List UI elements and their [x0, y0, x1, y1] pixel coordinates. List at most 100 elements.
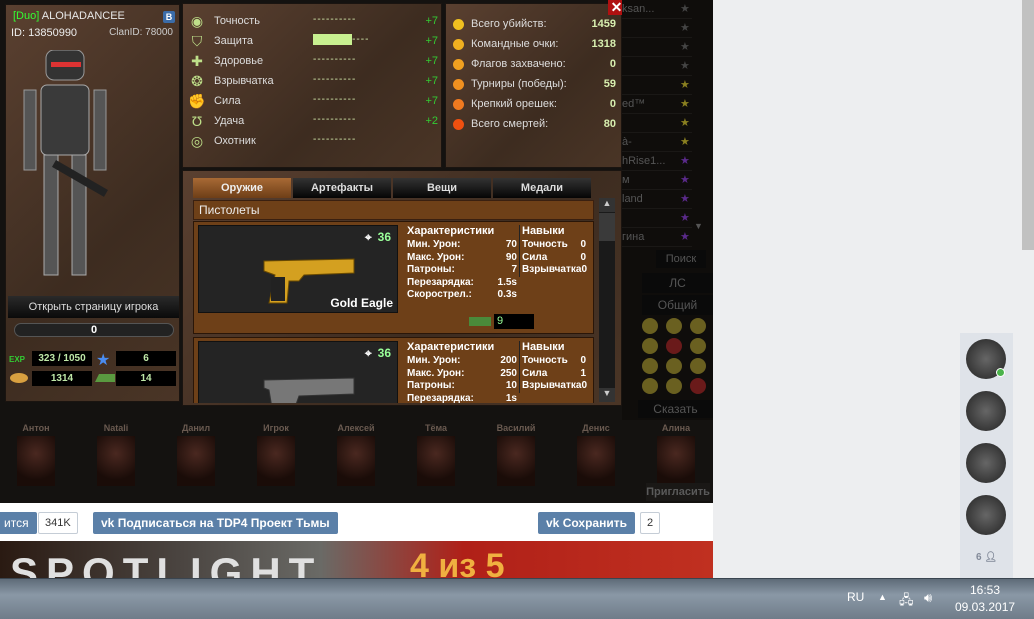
smiley-icon[interactable] [666, 358, 682, 374]
friend-slot[interactable]: Игрок [251, 423, 301, 486]
network-icon[interactable]: 🖧︎ [899, 591, 914, 613]
smiley-icon[interactable] [690, 338, 706, 354]
smiley-icon[interactable] [642, 358, 658, 374]
friend-avatar [17, 436, 55, 486]
smiley-icon[interactable] [666, 338, 682, 354]
friend-avatar[interactable] [966, 443, 1006, 483]
ad-banner[interactable]: SPOTLIGHT 4 из 5 [0, 541, 713, 578]
smiley-icon[interactable] [642, 338, 658, 354]
smiley-icon[interactable] [690, 318, 706, 334]
smiley-icon[interactable] [690, 378, 706, 394]
friends-sidebar: 6 👤︎ [960, 333, 1013, 578]
pm-button[interactable]: ЛС [642, 273, 713, 293]
rank-icon: ★ [680, 193, 690, 205]
banner-rating: 4 из 5 [410, 547, 505, 578]
scroll-down-icon[interactable]: ▼ [599, 388, 615, 402]
horseshoe-icon: Ʊ [191, 113, 203, 129]
attribute-row: ◉ Точность ---------- +7 [188, 12, 438, 32]
friend-slot[interactable]: Алексей [331, 423, 381, 486]
friend-avatar[interactable] [966, 391, 1006, 431]
volume-icon[interactable]: 🔊︎ [924, 590, 932, 606]
gold-bar-icon [95, 374, 115, 382]
stat-row: Всего убийств: 1459 [453, 16, 616, 34]
scroll-thumb[interactable] [599, 213, 615, 241]
level-bar: ---------- [313, 54, 357, 65]
friend-avatar [497, 436, 535, 486]
chat-user[interactable]: м ★ [622, 171, 692, 190]
chat-user[interactable]: land ★ [622, 190, 692, 209]
inventory-scrollbar[interactable]: ▲ ▼ [599, 198, 615, 402]
char-row: Макс. Урон: 250 [407, 367, 517, 379]
weapon-card[interactable]: ⌖ 36 Gold Eagle Характеристики Мин. Урон: 7… [193, 221, 594, 334]
save-button[interactable]: vk Сохранить [538, 512, 635, 534]
level-bar: ---------- [313, 74, 357, 85]
skill-row: Точность 0 [522, 239, 586, 250]
smiley-icon[interactable] [666, 378, 682, 394]
chat-user[interactable]: ed™ ★ [622, 95, 692, 114]
smiley-icon[interactable] [642, 318, 658, 334]
attribute-row: ⛉ Защита ▮▮▮▮▮▮---- +7 [188, 32, 438, 52]
chat-user[interactable]: à- ★ [622, 133, 692, 152]
friend-slot[interactable]: Антон [11, 423, 61, 486]
characteristics: Характеристики Мин. Урон: 200 Макс. Урон: 25… [407, 341, 517, 403]
say-button[interactable]: Сказать [638, 400, 713, 418]
level-bar: ▮▮▮▮▮▮---- [313, 34, 370, 45]
friend-slot[interactable]: Денис [571, 423, 621, 486]
chat-user[interactable]: ★ [622, 76, 692, 95]
general-chat-button[interactable]: Общий [642, 295, 713, 315]
attribute-row: Ʊ Удача ---------- +2 [188, 112, 438, 132]
clock[interactable]: 16:53 09.03.2017 [955, 583, 1015, 614]
weapon-card[interactable]: ⌖ 36 Характеристики Мин. Урон: 200 Макс. Уро… [193, 337, 594, 403]
chat-user[interactable]: ★ [622, 19, 692, 38]
friend-slot[interactable]: Василий [491, 423, 541, 486]
coins-value: 1314 [32, 371, 92, 386]
chat-user[interactable]: гина ★ [622, 228, 692, 247]
gold-bar-icon [469, 317, 491, 326]
friend-slot[interactable]: Данил [171, 423, 221, 486]
friend-slot[interactable]: Алина [651, 423, 701, 486]
share-button[interactable]: ится [0, 512, 37, 534]
tab-items[interactable]: Вещи [393, 178, 491, 198]
skill-row: Взрывчатка 0 [522, 264, 588, 275]
medal-icon [453, 59, 464, 70]
smiley-grid [642, 318, 712, 394]
open-player-page-button[interactable]: Открыть страницу игрока [8, 296, 179, 318]
smiley-icon[interactable] [642, 378, 658, 394]
stars-value: 6 [116, 351, 176, 366]
subscribe-button[interactable]: vk Подписаться на TDP4 Проект Тьмы [93, 512, 338, 534]
smiley-icon[interactable] [666, 318, 682, 334]
chat-user[interactable]: ★ [622, 57, 692, 76]
smiley-icon[interactable] [690, 358, 706, 374]
tab-medals[interactable]: Медали [493, 178, 591, 198]
tray-expand-icon[interactable]: ▲ [878, 592, 887, 602]
attribute-row: ✚ Здоровье ---------- +7 [188, 52, 438, 72]
chat-user[interactable]: ★ [622, 209, 692, 228]
skills: Навыки Точность 0 Сила 0 Взрывчатка 0 [519, 225, 588, 277]
language-indicator[interactable]: RU [847, 590, 864, 604]
attribute-row: ✊ Сила ---------- +7 [188, 93, 438, 109]
pistol-image [263, 377, 355, 403]
search-button[interactable]: Поиск [656, 250, 706, 268]
chat-user[interactable]: ★ [622, 38, 692, 57]
friend-slot[interactable]: Natali [91, 423, 141, 486]
scroll-down-icon[interactable]: ▼ [694, 221, 703, 231]
scroll-up-icon[interactable]: ▲ [599, 198, 615, 212]
save-count: 2 [640, 512, 661, 534]
tab-weapons[interactable]: Оружие [193, 178, 291, 198]
clan-tag: [Duo] [13, 10, 40, 22]
rank-icon: ★ [680, 155, 690, 167]
vk-icon[interactable]: B [163, 11, 175, 23]
chat-user[interactable]: ★ [622, 114, 692, 133]
invite-button[interactable]: Пригласить [646, 483, 710, 501]
chat-user[interactable]: ksan... ★ [622, 0, 692, 19]
char-row: Патроны: 7 [407, 264, 517, 275]
friend-avatar[interactable] [966, 495, 1006, 535]
friend-slot[interactable]: Тёма [411, 423, 461, 486]
page-scrollbar[interactable] [1022, 0, 1034, 250]
friend-avatar [657, 436, 695, 486]
online-indicator [996, 368, 1005, 377]
tab-artifacts[interactable]: Артефакты [293, 178, 391, 198]
friends-count[interactable]: 6 👤︎ [976, 552, 997, 563]
chat-user[interactable]: hRise1... ★ [622, 152, 692, 171]
stat-row: Командные очки: 1318 [453, 36, 616, 54]
